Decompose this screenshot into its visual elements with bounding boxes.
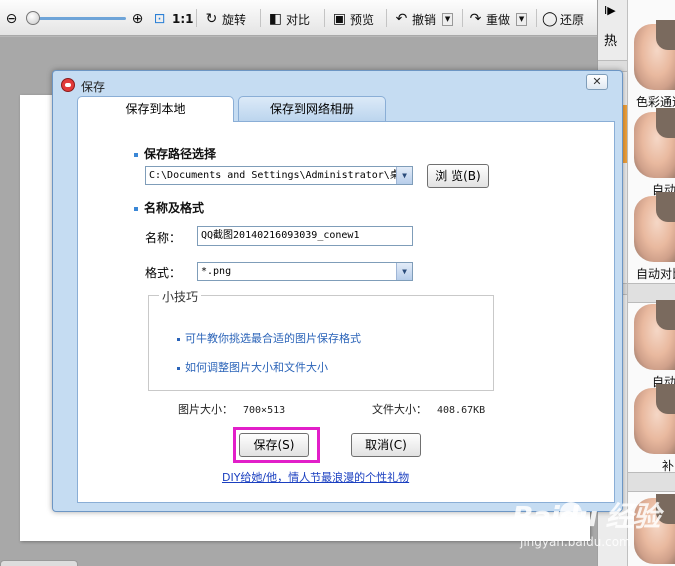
browse-button[interactable]: 浏 览(B) bbox=[427, 164, 489, 188]
bullet-icon bbox=[177, 366, 180, 370]
image-size-label: 图片大小： bbox=[178, 403, 233, 416]
redo-button[interactable]: ↷ 重做 ▼ bbox=[468, 9, 528, 29]
effect-thumbnail[interactable]: 自动对比 bbox=[628, 192, 675, 281]
panel-toggle-icon[interactable]: I▶ bbox=[604, 4, 616, 17]
actual-size-label: 1:1 bbox=[172, 12, 194, 26]
cancel-button[interactable]: 取消(C) bbox=[351, 433, 421, 457]
bullet-icon bbox=[177, 337, 180, 341]
compare-icon: ◧ bbox=[268, 10, 283, 27]
fit-screen-icon: ⊡ bbox=[153, 10, 166, 27]
thumbnail-hair bbox=[656, 300, 675, 330]
thumbnail-label: 自动对比 bbox=[636, 267, 675, 281]
tip-link-format[interactable]: 可牛教你挑选最合适的图片保存格式 bbox=[177, 330, 361, 346]
top-toolbar: ⊖ ⊕ ⊡ 1:1 ↻ 旋转 ◧ 对比 ▣ 预览 ↶ 撤销 ▼ ↷ 重做 ▼ ◯ 还原 bbox=[0, 0, 597, 36]
chevron-down-icon[interactable]: ▼ bbox=[396, 263, 412, 280]
thumbnail-hair bbox=[656, 20, 675, 50]
thumbnail-hair bbox=[656, 384, 675, 414]
zoom-in-icon: ⊕ bbox=[131, 10, 144, 27]
image-size-info: 图片大小： 700×513 bbox=[178, 401, 285, 417]
tip-link-resize-label: 如何调整图片大小和文件大小 bbox=[185, 361, 328, 374]
watermark-url: jingyan.baidu.com bbox=[520, 535, 631, 549]
toolbar-divider bbox=[462, 9, 463, 27]
preview-label: 预览 bbox=[350, 12, 375, 27]
compare-button[interactable]: ◧ 对比 bbox=[268, 9, 310, 29]
undo-label: 撤销 bbox=[412, 12, 437, 27]
dialog-titlebar[interactable]: 保存 ✕ bbox=[53, 71, 622, 97]
save-dialog: 保存 ✕ 保存到本地 保存到网络相册 保存路径选择 C:\Documents a… bbox=[52, 70, 623, 512]
format-label: 格式： bbox=[145, 266, 182, 280]
toolbar-divider bbox=[536, 9, 537, 27]
section-bullet-icon bbox=[134, 152, 138, 157]
rotate-icon: ↻ bbox=[205, 10, 218, 27]
name-section-title: 名称及格式 bbox=[134, 199, 204, 216]
dialog-title: 保存 bbox=[81, 80, 106, 94]
name-section-label: 名称及格式 bbox=[144, 201, 205, 215]
redo-label: 重做 bbox=[486, 12, 511, 27]
chevron-down-icon[interactable]: ▼ bbox=[396, 167, 412, 184]
preview-button[interactable]: ▣ 预览 bbox=[332, 9, 374, 29]
watermark-brand: Baidu 经验 bbox=[512, 500, 661, 533]
fit-screen-button[interactable]: ⊡ bbox=[152, 9, 167, 29]
rotate-button[interactable]: ↻ 旋转 bbox=[204, 9, 246, 29]
tab-save-web-album[interactable]: 保存到网络相册 bbox=[238, 96, 386, 121]
effect-thumbnail-list: 色彩通道 自动 自动对比 自动 补 bbox=[627, 0, 675, 566]
zoom-out-button[interactable]: ⊖ bbox=[4, 9, 19, 29]
file-size-value: 408.67KB bbox=[437, 405, 486, 416]
hot-tab[interactable]: 热 bbox=[604, 30, 617, 49]
tip-link-resize[interactable]: 如何调整图片大小和文件大小 bbox=[177, 359, 328, 375]
close-button[interactable]: ✕ bbox=[586, 74, 608, 90]
image-size-value: 700×513 bbox=[243, 405, 286, 416]
thumbnail-hair bbox=[656, 192, 675, 222]
rotate-label: 旋转 bbox=[222, 12, 247, 27]
toolbar-divider bbox=[386, 9, 387, 27]
restore-button[interactable]: ◯ 还原 bbox=[542, 9, 584, 29]
restore-label: 还原 bbox=[560, 12, 585, 27]
toolbar-divider bbox=[324, 9, 325, 27]
undo-icon: ↶ bbox=[395, 10, 408, 27]
effect-thumbnail[interactable]: 色彩通道 bbox=[628, 20, 675, 109]
promo-link[interactable]: DIY给她/他，情人节最浪漫的个性礼物 bbox=[222, 469, 409, 485]
tips-title: 小技巧 bbox=[159, 288, 202, 305]
tip-link-format-label: 可牛教你挑选最合适的图片保存格式 bbox=[185, 332, 361, 345]
zoom-in-button[interactable]: ⊕ bbox=[130, 9, 145, 29]
save-local-panel: 保存路径选择 C:\Documents and Settings\Adminis… bbox=[77, 121, 615, 503]
canvas-scroll-tab[interactable] bbox=[0, 560, 78, 566]
filename-label: 名称： bbox=[145, 231, 182, 245]
file-size-info: 文件大小： 408.67KB bbox=[372, 401, 485, 417]
undo-button[interactable]: ↶ 撤销 ▼ bbox=[394, 9, 454, 29]
effect-thumbnail[interactable]: 自动 bbox=[628, 300, 675, 389]
path-section-label: 保存路径选择 bbox=[144, 147, 217, 161]
save-button[interactable]: 保存(S) bbox=[239, 433, 309, 457]
save-path-value: C:\Documents and Settings\Administrator\… bbox=[149, 170, 400, 181]
redo-icon: ↷ bbox=[469, 10, 482, 27]
save-path-select[interactable]: C:\Documents and Settings\Administrator\… bbox=[145, 166, 413, 185]
format-value: *.png bbox=[201, 266, 232, 277]
restore-icon: ◯ bbox=[542, 10, 558, 27]
zoom-slider-track[interactable] bbox=[30, 17, 126, 20]
zoom-slider-handle[interactable] bbox=[26, 11, 40, 25]
path-section-title: 保存路径选择 bbox=[134, 145, 216, 162]
format-select[interactable]: *.png ▼ bbox=[197, 262, 413, 281]
tips-box: 小技巧 可牛教你挑选最合适的图片保存格式 如何调整图片大小和文件大小 bbox=[148, 288, 494, 391]
app-logo-icon bbox=[61, 78, 75, 92]
toolbar-divider bbox=[260, 9, 261, 27]
preview-icon: ▣ bbox=[332, 10, 347, 27]
effect-thumbnail[interactable]: 自动 bbox=[628, 108, 675, 197]
section-bullet-icon bbox=[134, 206, 138, 211]
zoom-out-icon: ⊖ bbox=[5, 10, 18, 27]
compare-label: 对比 bbox=[286, 12, 311, 27]
thumbnail-hair bbox=[656, 108, 675, 138]
file-size-label: 文件大小： bbox=[372, 403, 427, 416]
undo-dropdown-icon[interactable]: ▼ bbox=[442, 12, 454, 26]
filename-input[interactable]: QQ截图20140216093039_conew1 bbox=[197, 226, 413, 246]
tab-save-local[interactable]: 保存到本地 bbox=[77, 96, 234, 122]
redo-dropdown-icon[interactable]: ▼ bbox=[516, 12, 528, 26]
actual-size-button[interactable]: 1:1 bbox=[172, 9, 194, 29]
thumbnail-group-divider bbox=[628, 472, 675, 492]
effect-thumbnail[interactable]: 补 bbox=[628, 384, 675, 473]
toolbar-divider bbox=[196, 9, 197, 27]
